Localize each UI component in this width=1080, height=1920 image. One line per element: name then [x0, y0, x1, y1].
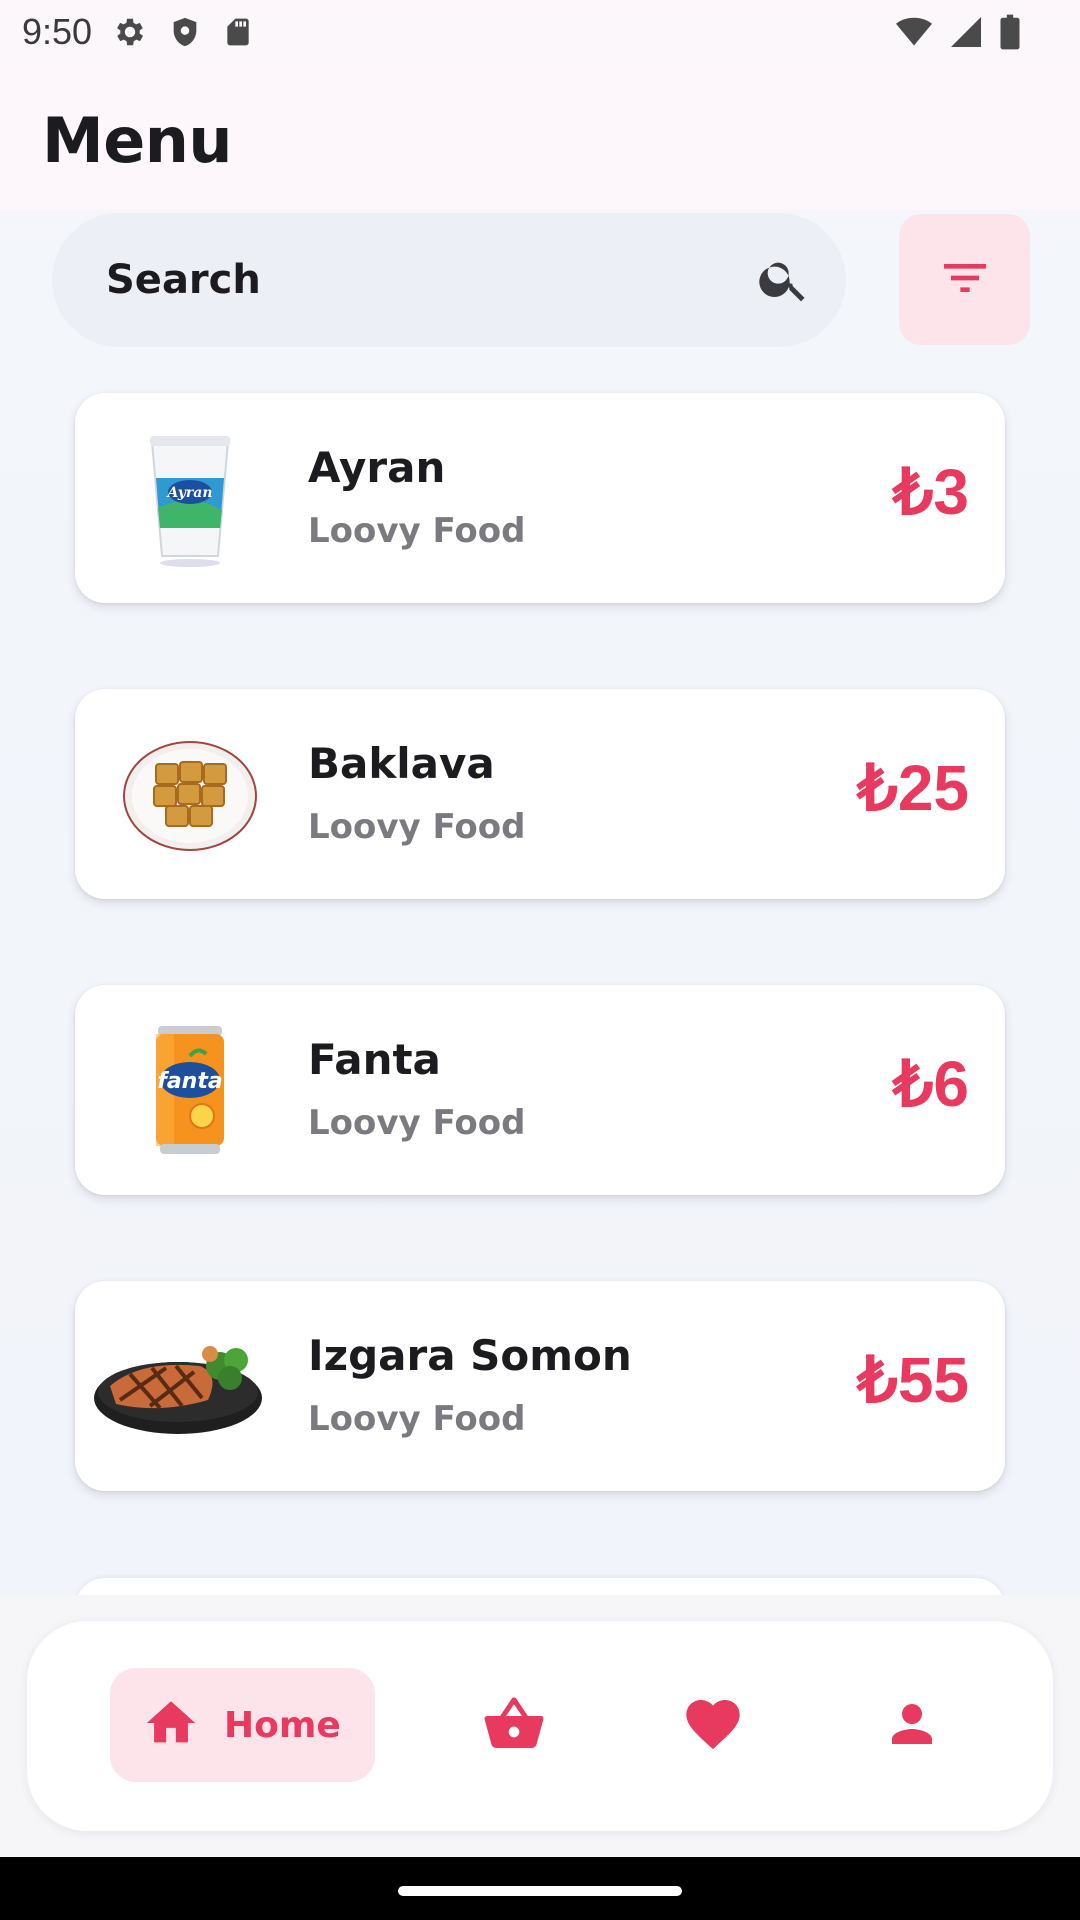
item-name: Izgara Somon [308, 1331, 632, 1380]
status-time: 9:50 [22, 11, 93, 52]
page-title: Menu [42, 104, 233, 177]
menu-item-card[interactable]: Baklava Loovy Food ₺25 [75, 689, 1005, 899]
item-price: ₺25 [857, 752, 969, 824]
filter-icon [937, 250, 993, 310]
wifi-icon [894, 14, 934, 50]
screen: 9:50 Menu Search Ayran Ayran Loovy Food … [0, 0, 1080, 1920]
item-vendor: Loovy Food [308, 511, 526, 551]
item-name: Fanta [308, 1035, 441, 1084]
menu-item-card[interactable]: Izgara Somon Loovy Food ₺55 [75, 1281, 1005, 1491]
item-vendor: Loovy Food [308, 1103, 526, 1143]
heart-icon [681, 1692, 745, 1760]
nav-home-label: Home [224, 1704, 341, 1746]
item-vendor: Loovy Food [308, 1399, 526, 1439]
nav-home-button[interactable]: Home [110, 1668, 375, 1782]
cell-signal-icon [948, 14, 984, 50]
svg-text:fanta: fanta [157, 1069, 222, 1094]
menu-item-card[interactable]: Ayran Ayran Loovy Food ₺3 [75, 393, 1005, 603]
item-price: ₺6 [892, 1048, 969, 1120]
nav-profile-button[interactable] [867, 1681, 957, 1771]
battery-icon [998, 13, 1022, 51]
item-name: Ayran [308, 443, 446, 492]
item-name: Baklava [308, 739, 495, 788]
grilled-salmon-image [85, 1309, 270, 1463]
sd-card-icon [222, 14, 254, 50]
status-left: 9:50 [22, 11, 254, 53]
person-icon [882, 1694, 942, 1758]
svg-text:Ayran: Ayran [165, 485, 212, 501]
status-bar: 9:50 [0, 0, 1080, 64]
home-icon [142, 1694, 200, 1756]
home-gesture-handle[interactable] [398, 1886, 682, 1896]
item-price: ₺55 [857, 1344, 969, 1416]
basket-icon [482, 1692, 546, 1760]
shield-icon [168, 14, 202, 50]
status-right [894, 13, 1022, 51]
settings-icon [112, 14, 148, 50]
search-icon[interactable] [756, 251, 812, 307]
nav-favorites-button[interactable] [668, 1681, 758, 1771]
top-app-bar: Menu [0, 64, 1080, 210]
search-placeholder: Search [106, 257, 261, 303]
baklava-plate-image [105, 717, 275, 871]
nav-basket-button[interactable] [469, 1681, 559, 1771]
bottom-navigation: Home [27, 1621, 1053, 1831]
filter-button[interactable] [899, 214, 1030, 345]
item-price: ₺3 [892, 456, 969, 528]
fanta-can-image: fanta [105, 1013, 275, 1167]
system-gesture-bar [0, 1857, 1080, 1920]
ayran-cup-image: Ayran [105, 421, 275, 575]
item-vendor: Loovy Food [308, 807, 526, 847]
menu-item-card[interactable]: fanta Fanta Loovy Food ₺6 [75, 985, 1005, 1195]
search-input[interactable]: Search [52, 213, 846, 347]
